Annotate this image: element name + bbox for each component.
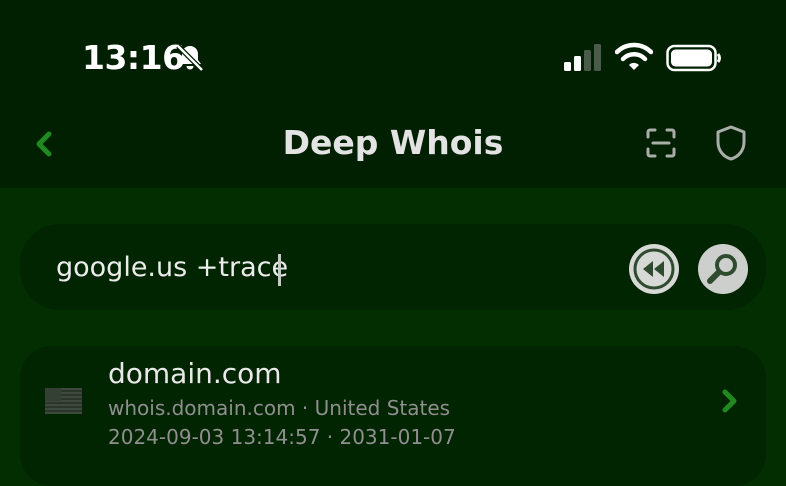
- rewind-button[interactable]: [629, 244, 679, 294]
- bell-slash-icon: [176, 44, 204, 72]
- us-flag-icon: [45, 388, 82, 414]
- shield-icon[interactable]: [714, 124, 748, 162]
- result-server-country: whois.domain.com · United States: [108, 396, 451, 420]
- status-time: 13:16: [82, 38, 185, 77]
- result-dates: 2024-09-03 13:14:57 · 2031-01-07: [108, 425, 456, 449]
- chevron-right-icon: [722, 389, 737, 413]
- magnifier-icon: [707, 254, 737, 284]
- result-domain: domain.com: [108, 357, 282, 390]
- search-input[interactable]: [56, 246, 616, 288]
- wifi-icon: [615, 42, 653, 70]
- scan-icon[interactable]: [644, 126, 678, 160]
- search-button[interactable]: [698, 244, 748, 294]
- rewind-icon: [633, 248, 675, 290]
- cellular-signal-icon: [564, 44, 601, 71]
- battery-icon: [666, 44, 721, 72]
- text-caret: [278, 254, 281, 286]
